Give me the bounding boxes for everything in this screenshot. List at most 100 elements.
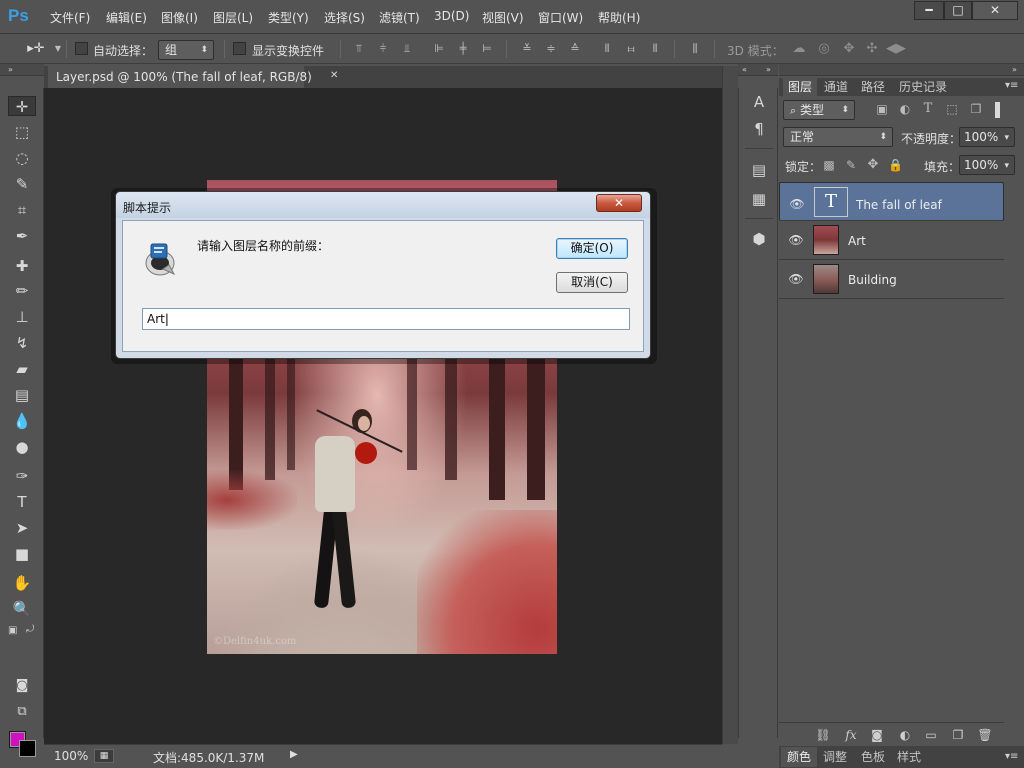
quick-mask-icon[interactable]: ◙ [8,676,36,696]
align-vcenter-icon[interactable]: ⫩ [376,43,390,55]
panel-menu-icon[interactable]: ▾≡ [1005,80,1018,91]
auto-align-icon[interactable]: ⫼ [688,43,702,55]
healing-brush-tool-icon[interactable]: ✚ [8,256,36,276]
move-tool-preset-icon[interactable]: ▸✛ [26,42,46,55]
cancel-button[interactable]: 取消(C) [556,272,628,293]
3d-roll-icon[interactable]: ◎ [815,42,833,55]
align-right-icon[interactable]: ⊨ [480,43,494,55]
layer-prefix-input[interactable]: Art| [142,308,630,330]
menu-view[interactable]: 视图(V) [482,9,524,26]
menu-layer[interactable]: 图层(L) [213,9,253,26]
tab-channels[interactable]: 通道 [819,78,853,96]
marquee-tool-icon[interactable]: ⬚ [8,122,36,142]
tab-color[interactable]: 颜色 [781,747,818,767]
3d-pan-icon[interactable]: ✥ [840,42,858,55]
lock-all-icon[interactable]: 🔒 [888,159,903,171]
layer-style-fx-icon[interactable]: fx [843,727,859,743]
menu-window[interactable]: 窗口(W) [538,9,583,26]
tab-adjustments[interactable]: 调整 [817,747,853,767]
menu-help[interactable]: 帮助(H) [598,9,640,26]
rectangle-tool-icon[interactable]: ■ [8,544,36,564]
blur-tool-icon[interactable]: 💧 [8,411,36,431]
layers-collapse-strip[interactable]: » [779,64,1024,76]
tab-swatches[interactable]: 色板 [855,747,891,767]
dialog-close-button[interactable]: ✕ [596,194,642,212]
distribute-hcenter-icon[interactable]: ⧦ [624,43,638,55]
filter-type-icon[interactable]: T [921,102,935,115]
ok-button[interactable]: 确定(O) [556,238,628,259]
filter-smart-object-icon[interactable]: ❐ [969,103,983,115]
dialog-titlebar[interactable]: 脚本提示 ✕ [116,192,650,218]
default-colors-icon[interactable]: ▣ [8,625,17,636]
3d-rotate-icon[interactable]: ☁ [790,42,808,55]
menu-file[interactable]: 文件(F) [50,9,90,26]
visibility-eye-icon[interactable]: 👁 [789,195,805,211]
tab-layers[interactable]: 图层 [783,78,818,96]
background-color-swatch[interactable] [19,740,36,757]
notes-panel-icon[interactable]: ▦ [749,189,769,209]
new-group-icon[interactable]: ▭ [923,727,939,743]
status-menu-arrow-icon[interactable]: ▶ [290,749,298,760]
lock-pixels-icon[interactable]: ✎ [844,159,858,171]
move-tool-icon[interactable]: ✛ [8,96,36,116]
canvas-area[interactable]: ©Delfin4uk.com [44,88,722,744]
align-hcenter-icon[interactable]: ╪ [456,43,470,55]
distribute-vcenter-icon[interactable]: ≑ [544,43,558,55]
auto-select-checkbox[interactable] [75,42,88,55]
menu-select[interactable]: 选择(S) [324,9,365,26]
window-close-button[interactable]: ✕ [972,1,1018,20]
tools-collapse-strip[interactable]: » [0,64,44,76]
menu-type[interactable]: 类型(Y) [268,9,309,26]
show-transform-checkbox[interactable] [233,42,246,55]
blend-mode-dropdown[interactable]: 正常 ⬍ [783,127,893,147]
align-left-icon[interactable]: ⊫ [432,43,446,55]
zoom-level[interactable]: 100% [54,749,88,763]
3d-panel-icon[interactable]: ⬢ [749,229,769,249]
menu-filter[interactable]: 滤镜(T) [379,9,420,26]
screen-mode-icon[interactable]: ⧉ [8,702,36,722]
link-layers-icon[interactable]: ⛓ [815,727,831,743]
minimize-button[interactable]: ━ [914,1,944,20]
fill-input[interactable]: 100% ▾ [959,155,1015,175]
quick-select-tool-icon[interactable]: ✎ [8,174,36,194]
menu-3d[interactable]: 3D(D) [434,9,469,23]
canvas-scrollbar[interactable] [722,66,738,744]
clone-stamp-tool-icon[interactable]: ⊥ [8,307,36,327]
preset-dropdown-icon[interactable]: ▼ [51,43,65,55]
filter-pixel-icon[interactable]: ▣ [875,103,889,115]
layer-filter-dropdown[interactable]: ⌕ 类型 ⬍ [783,100,855,120]
type-tool-icon[interactable]: T [8,492,36,512]
distribute-right-icon[interactable]: ⫴ [648,43,662,55]
visibility-eye-icon[interactable]: 👁 [788,272,804,286]
adjustment-layer-icon[interactable]: ◐ [897,727,913,743]
lasso-tool-icon[interactable]: ◌ [8,148,36,168]
menu-image[interactable]: 图像(I) [161,9,198,26]
add-mask-icon[interactable]: ◙ [869,727,885,743]
layer-row-building[interactable]: 👁 Building [779,260,1004,299]
filter-adjustment-icon[interactable]: ◐ [898,103,912,115]
crop-tool-icon[interactable]: ⌗ [8,200,36,220]
properties-panel-icon[interactable]: ▤ [749,160,769,180]
brush-tool-icon[interactable]: ✏ [8,281,36,301]
layer-row-art[interactable]: 👁 Art [779,221,1004,260]
layer-row-the-fall-of-leaf[interactable]: 👁 T The fall of leaf [779,182,1004,221]
path-select-tool-icon[interactable]: ➤ [8,518,36,538]
history-brush-tool-icon[interactable]: ↯ [8,333,36,353]
tab-styles[interactable]: 样式 [891,747,927,767]
panel-menu-icon[interactable]: ▾≡ [1005,751,1018,762]
menu-edit[interactable]: 编辑(E) [106,9,147,26]
paragraph-panel-icon[interactable]: ¶ [749,119,769,139]
lock-position-icon[interactable]: ✥ [866,158,880,171]
gradient-tool-icon[interactable]: ▤ [8,385,36,405]
dock-collapse-strip[interactable]: « » [738,64,778,76]
proof-icon[interactable]: ▦ [94,749,114,763]
eyedropper-tool-icon[interactable]: ✒ [8,226,36,246]
pen-tool-icon[interactable]: ✑ [8,466,36,486]
3d-scale-icon[interactable]: ◀▶ [886,42,906,55]
dodge-tool-icon[interactable]: ● [8,437,36,457]
eraser-tool-icon[interactable]: ▰ [8,359,36,379]
distribute-top-icon[interactable]: ≚ [520,43,534,55]
delete-layer-icon[interactable]: 🗑 [977,727,993,743]
document-tab[interactable]: Layer.psd @ 100% (The fall of leaf, RGB/… [48,66,312,88]
distribute-bottom-icon[interactable]: ≙ [568,43,582,55]
